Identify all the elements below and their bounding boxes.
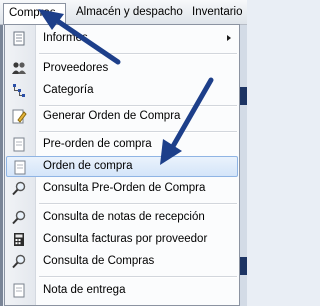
magnifier-icon — [11, 254, 27, 269]
category-tree-icon — [11, 83, 27, 98]
background-block — [240, 87, 247, 105]
menu-item-informes[interactable]: Informes — [6, 28, 238, 49]
reports-icon — [11, 31, 27, 46]
menu-almacen-despacho[interactable]: Almacén y despacho — [71, 3, 188, 22]
menu-item-proveedores[interactable]: Proveedores — [6, 58, 238, 79]
document-icon — [11, 283, 27, 298]
menu-item-label: Proveedores — [43, 62, 109, 74]
menu-bar: Compras Almacén y despacho Inventario — [0, 0, 247, 25]
menu-separator — [39, 53, 237, 55]
menu-item-label: Consulta Pre-Orden de Compra — [43, 182, 206, 194]
magnifier-icon — [11, 181, 27, 196]
submenu-arrow-icon — [227, 35, 231, 41]
menu-item-consulta-notas-recepcion[interactable]: Consulta de notas de recepción — [6, 207, 238, 228]
compras-dropdown-menu: Informes Proveedores Categoría Generar O… — [4, 24, 240, 306]
menu-item-consulta-compras[interactable]: Consulta de Compras — [6, 251, 238, 272]
background-window-edge — [0, 25, 3, 306]
menu-item-label: Orden de compra — [43, 160, 133, 172]
menu-item-consulta-pre-orden[interactable]: Consulta Pre-Orden de Compra — [6, 178, 238, 199]
menu-item-label: Generar Orden de Compra — [43, 110, 181, 122]
menu-item-pre-orden-compra[interactable]: Pre-orden de compra — [6, 134, 238, 155]
menu-separator — [39, 276, 237, 278]
suppliers-icon — [11, 61, 27, 76]
menu-item-categoria[interactable]: Categoría — [6, 80, 238, 101]
menu-compras[interactable]: Compras — [3, 3, 66, 25]
calculator-icon — [11, 232, 27, 247]
edit-document-icon — [11, 109, 27, 124]
menu-item-label: Pre-orden de compra — [43, 138, 152, 150]
menu-item-label: Nota de entrega — [43, 284, 126, 296]
menu-item-label: Informes — [43, 32, 88, 44]
magnifier-icon — [11, 210, 27, 225]
menu-item-label: Consulta de Compras — [43, 255, 155, 267]
menu-item-nota-entrega[interactable]: Nota de entrega — [6, 280, 238, 301]
document-icon — [11, 137, 27, 152]
menu-item-label: Consulta facturas por proveedor — [43, 233, 208, 245]
menu-item-orden-compra[interactable]: Orden de compra — [6, 156, 238, 177]
background-block — [240, 257, 247, 275]
background-window-edge-right — [240, 25, 247, 306]
menu-item-label: Consulta de notas de recepción — [43, 211, 205, 223]
menu-item-generar-orden-compra[interactable]: Generar Orden de Compra — [6, 106, 238, 127]
menu-item-consulta-facturas-proveedor[interactable]: Consulta facturas por proveedor — [6, 229, 238, 250]
menu-inventario[interactable]: Inventario — [187, 3, 248, 22]
menu-separator — [39, 131, 237, 133]
document-icon — [12, 160, 28, 175]
menu-item-label: Categoría — [43, 84, 94, 96]
menu-separator — [39, 203, 237, 205]
